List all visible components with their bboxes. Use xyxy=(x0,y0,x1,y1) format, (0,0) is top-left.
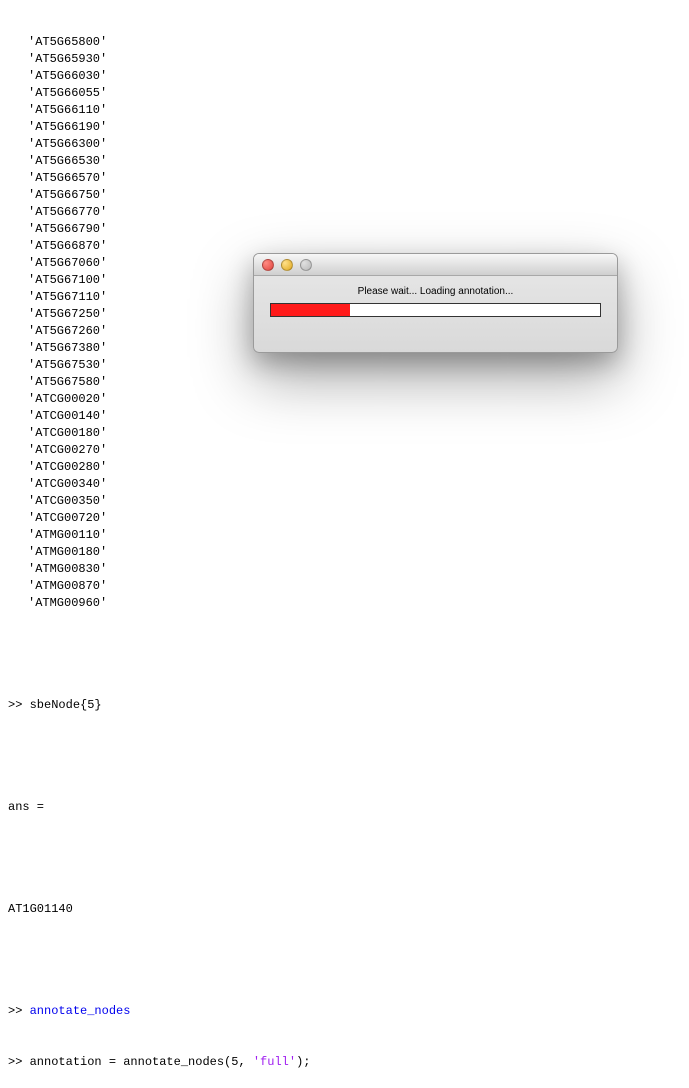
command-text: sbeNode{5} xyxy=(30,698,102,712)
progress-dialog: Please wait... Loading annotation... xyxy=(253,253,618,353)
gene-id: 'AT5G66030' xyxy=(28,68,689,85)
string-literal: 'full' xyxy=(253,1055,296,1069)
gene-id: 'AT5G66190' xyxy=(28,119,689,136)
gene-id: 'ATCG00280' xyxy=(28,459,689,476)
blank-line xyxy=(8,748,689,765)
gene-id: 'ATCG00020' xyxy=(28,391,689,408)
close-icon[interactable] xyxy=(262,259,274,271)
gene-id: 'AT5G65800' xyxy=(28,34,689,51)
command-line-1: >> sbeNode{5} xyxy=(8,697,689,714)
gene-id: 'AT5G66750' xyxy=(28,187,689,204)
gene-id: 'ATMG00870' xyxy=(28,578,689,595)
gene-id: 'AT5G66300' xyxy=(28,136,689,153)
terminal-output[interactable]: 'AT5G65800''AT5G65930''AT5G66030''AT5G66… xyxy=(0,0,689,1088)
prompt: >> xyxy=(8,698,30,712)
gene-id: 'ATCG00720' xyxy=(28,510,689,527)
command-text: annotate_nodes xyxy=(30,1004,131,1018)
gene-id: 'ATMG00830' xyxy=(28,561,689,578)
blank-line xyxy=(8,646,689,663)
gene-id: 'AT5G66530' xyxy=(28,153,689,170)
zoom-icon[interactable] xyxy=(300,259,312,271)
gene-id: 'ATCG00340' xyxy=(28,476,689,493)
gene-id: 'ATCG00180' xyxy=(28,425,689,442)
progress-bar xyxy=(270,303,601,317)
gene-id: 'AT5G67530' xyxy=(28,357,689,374)
gene-id: 'AT5G66570' xyxy=(28,170,689,187)
gene-id: 'AT5G66055' xyxy=(28,85,689,102)
dialog-titlebar xyxy=(254,254,617,276)
gene-id: 'AT5G66770' xyxy=(28,204,689,221)
gene-id: 'ATMG00180' xyxy=(28,544,689,561)
assign-text: annotation = annotate_nodes(5, xyxy=(30,1055,253,1069)
prompt: >> xyxy=(8,1055,30,1069)
blank-line xyxy=(8,850,689,867)
tail-text: ); xyxy=(296,1055,310,1069)
gene-id: 'ATCG00140' xyxy=(28,408,689,425)
gene-id: 'AT5G66110' xyxy=(28,102,689,119)
gene-id: 'ATCG00270' xyxy=(28,442,689,459)
minimize-icon[interactable] xyxy=(281,259,293,271)
gene-id: 'ATMG00960' xyxy=(28,595,689,612)
progress-fill xyxy=(271,304,350,316)
gene-id: 'ATMG00110' xyxy=(28,527,689,544)
gene-id: 'AT5G67580' xyxy=(28,374,689,391)
gene-id: 'AT5G65930' xyxy=(28,51,689,68)
command-line-2: >> annotate_nodes xyxy=(8,1003,689,1020)
gene-id: 'AT5G66790' xyxy=(28,221,689,238)
ans-value: AT1G01140 xyxy=(8,901,689,918)
dialog-message: Please wait... Loading annotation... xyxy=(270,286,601,297)
ans-label: ans = xyxy=(8,799,689,816)
blank-line xyxy=(8,952,689,969)
dialog-body: Please wait... Loading annotation... xyxy=(254,276,617,331)
command-line-3: >> annotation = annotate_nodes(5, 'full'… xyxy=(8,1054,689,1071)
gene-id: 'ATCG00350' xyxy=(28,493,689,510)
prompt: >> xyxy=(8,1004,30,1018)
